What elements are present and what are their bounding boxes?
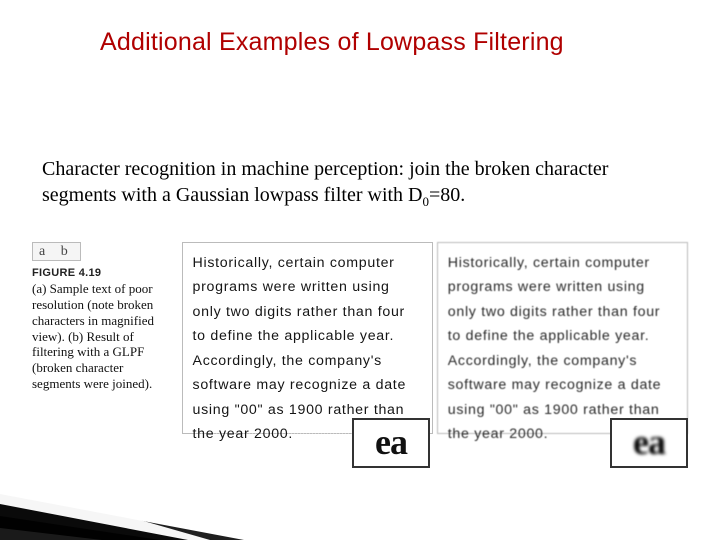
figure-panel-a: Historically, certain computer programs … — [182, 242, 433, 434]
figure-panel-b: Historically, certain computer programs … — [437, 242, 688, 434]
decorative-wedge-icon — [0, 450, 260, 540]
magnifier-a: ea — [352, 418, 430, 468]
figure-area: a b FIGURE 4.19 (a) Sample text of poor … — [32, 242, 688, 434]
magnifier-a-glyph: ea — [375, 421, 407, 463]
figure-caption-column: a b FIGURE 4.19 (a) Sample text of poor … — [32, 242, 182, 392]
magnifier-b-glyph: ea — [633, 421, 665, 463]
magnifier-b: ea — [610, 418, 688, 468]
body-text-tail: =80. — [429, 184, 465, 206]
figure-ab-label: a b — [32, 242, 81, 261]
body-paragraph: Character recognition in machine percept… — [42, 156, 672, 209]
body-text-main: Character recognition in machine percept… — [42, 158, 608, 206]
slide-title: Additional Examples of Lowpass Filtering — [100, 28, 660, 57]
slide: Additional Examples of Lowpass Filtering… — [0, 0, 720, 540]
figure-caption: (a) Sample text of poor resolution (note… — [32, 281, 174, 392]
figure-label: FIGURE 4.19 — [32, 267, 174, 279]
